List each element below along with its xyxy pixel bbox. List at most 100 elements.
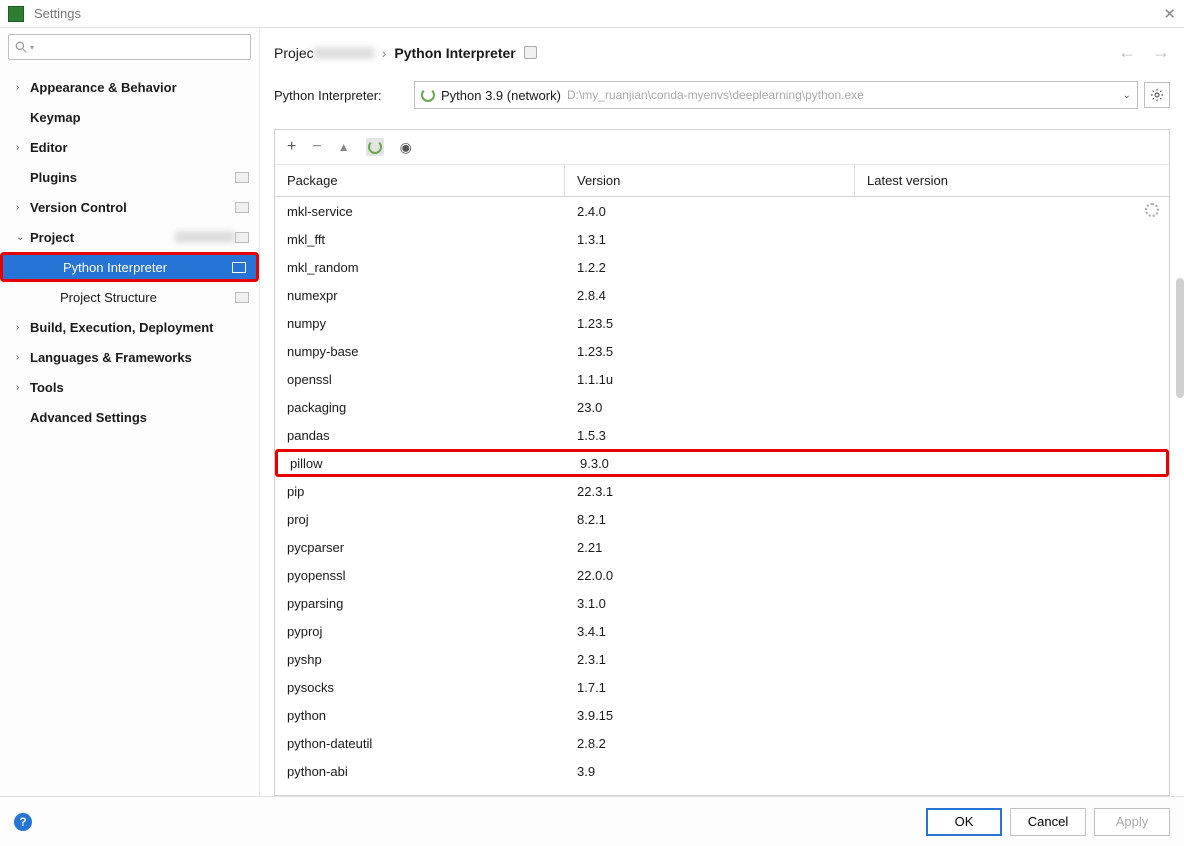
package-version: 2.8.2: [565, 736, 855, 751]
sidebar-item-label: Version Control: [30, 200, 235, 215]
sidebar-item-label: Build, Execution, Deployment: [30, 320, 259, 335]
package-name: packaging: [275, 400, 565, 415]
package-table-header: Package Version Latest version: [275, 165, 1169, 197]
table-row[interactable]: numpy1.23.5: [275, 309, 1169, 337]
sidebar-item-version-control[interactable]: ›Version Control: [0, 192, 259, 222]
table-row[interactable]: openssl1.1.1u: [275, 365, 1169, 393]
search-options-icon[interactable]: ▾: [30, 43, 34, 52]
sidebar-item-plugins[interactable]: Plugins: [0, 162, 259, 192]
add-package-button[interactable]: +: [287, 138, 296, 156]
table-row[interactable]: python3.9.15: [275, 701, 1169, 729]
table-row[interactable]: pyproj3.4.1: [275, 617, 1169, 645]
sidebar-item-languages-frameworks[interactable]: › Languages & Frameworks: [0, 342, 259, 372]
package-name: python-dateutil: [275, 736, 565, 751]
table-row[interactable]: python-dateutil2.8.2: [275, 729, 1169, 757]
package-name: pip: [275, 484, 565, 499]
sidebar-item-project-structure[interactable]: Project Structure: [0, 282, 259, 312]
package-version: 2.8.4: [565, 288, 855, 303]
sidebar-item-editor[interactable]: ›Editor: [0, 132, 259, 162]
package-version: 1.23.5: [565, 344, 855, 359]
package-name: mkl-service: [275, 204, 565, 219]
package-toolbar: + − ▲ ◉: [275, 130, 1169, 165]
scrollbar-thumb[interactable]: [1176, 278, 1184, 398]
sidebar-item-label: Project Structure: [60, 290, 235, 305]
sidebar-item-tools[interactable]: ›Tools: [0, 372, 259, 402]
settings-tree: ›Appearance & BehaviorKeymap›EditorPlugi…: [0, 66, 259, 796]
package-panel: + − ▲ ◉ Package Version Latest version m…: [274, 129, 1170, 796]
project-scope-icon: [232, 262, 246, 273]
reset-icon[interactable]: [524, 46, 537, 59]
sidebar-item-project[interactable]: ⌄ Project: [0, 222, 259, 252]
package-version: 3.1.0: [565, 596, 855, 611]
sidebar-item-label: Tools: [30, 380, 259, 395]
breadcrumb-root[interactable]: Projec: [274, 45, 314, 61]
table-row[interactable]: python-abi3.9: [275, 757, 1169, 785]
sidebar-item-label: Plugins: [30, 170, 235, 185]
table-row[interactable]: pyopenssl22.0.0: [275, 561, 1169, 589]
table-row[interactable]: proj8.2.1: [275, 505, 1169, 533]
loading-spinner-icon: [1145, 203, 1159, 217]
project-scope-icon: [235, 292, 249, 303]
table-row[interactable]: mkl_random1.2.2: [275, 253, 1169, 281]
interpreter-label: Python Interpreter:: [274, 88, 414, 103]
table-row[interactable]: mkl-service2.4.0: [275, 197, 1169, 225]
package-name: proj: [275, 512, 565, 527]
search-input[interactable]: ▾: [8, 34, 251, 60]
sidebar-item-label: Languages & Frameworks: [30, 350, 259, 365]
table-row[interactable]: pyshp2.3.1: [275, 645, 1169, 673]
interpreter-path: D:\my_ruanjian\conda-myenvs\deeplearning…: [567, 88, 864, 102]
sidebar-item-advanced-settings[interactable]: Advanced Settings: [0, 402, 259, 432]
sidebar-item-appearance-behavior[interactable]: ›Appearance & Behavior: [0, 72, 259, 102]
titlebar: Settings ✕: [0, 0, 1184, 28]
package-name: pyshp: [275, 652, 565, 667]
table-row[interactable]: numpy-base1.23.5: [275, 337, 1169, 365]
table-row[interactable]: mkl_fft1.3.1: [275, 225, 1169, 253]
col-version[interactable]: Version: [565, 165, 855, 196]
table-row[interactable]: pycparser2.21: [275, 533, 1169, 561]
col-latest[interactable]: Latest version: [855, 165, 1169, 196]
upgrade-package-button[interactable]: ▲: [338, 140, 350, 154]
package-version: 8.2.1: [565, 512, 855, 527]
table-row[interactable]: pysocks1.7.1: [275, 673, 1169, 701]
nav-forward-icon[interactable]: →: [1152, 42, 1170, 63]
nav-back-icon[interactable]: ←: [1118, 42, 1136, 63]
interpreter-row: Python Interpreter: Python 3.9 (network)…: [274, 81, 1184, 109]
package-table-body[interactable]: mkl-service2.4.0mkl_fft1.3.1mkl_random1.…: [275, 197, 1169, 795]
sidebar-item-label: Keymap: [30, 110, 259, 125]
package-name: pysocks: [275, 680, 565, 695]
help-button[interactable]: ?: [14, 813, 32, 831]
table-row[interactable]: pyparsing3.1.0: [275, 589, 1169, 617]
window-title: Settings: [34, 6, 81, 21]
expand-arrow-icon: ›: [16, 352, 26, 363]
sidebar-item-label: Advanced Settings: [30, 410, 259, 425]
table-row[interactable]: packaging23.0: [275, 393, 1169, 421]
sidebar-item-label: Editor: [30, 140, 259, 155]
table-row[interactable]: pandas1.5.3: [275, 421, 1169, 449]
interpreter-dropdown[interactable]: Python 3.9 (network) D:\my_ruanjian\cond…: [414, 81, 1138, 109]
show-early-releases-button[interactable]: ◉: [400, 139, 412, 156]
package-name: numpy: [275, 316, 565, 331]
col-package[interactable]: Package: [275, 165, 565, 196]
package-version: 2.4.0: [565, 204, 855, 219]
close-icon[interactable]: ✕: [1163, 5, 1176, 23]
gear-button[interactable]: [1144, 82, 1170, 108]
package-name: pyparsing: [275, 596, 565, 611]
ok-button[interactable]: OK: [926, 808, 1002, 836]
table-row[interactable]: pillow9.3.0: [275, 449, 1169, 477]
content-panel: Projec › Python Interpreter ← → Python I…: [260, 28, 1184, 796]
package-name: numexpr: [275, 288, 565, 303]
refresh-button[interactable]: [366, 138, 384, 156]
sidebar-item-build-execution-deployment[interactable]: ›Build, Execution, Deployment: [0, 312, 259, 342]
expand-arrow-icon: ⌄: [16, 232, 26, 243]
sidebar-item-python-interpreter[interactable]: Python Interpreter: [0, 252, 259, 282]
package-version: 3.4.1: [565, 624, 855, 639]
package-name: pycparser: [275, 540, 565, 555]
cancel-button[interactable]: Cancel: [1010, 808, 1086, 836]
sidebar-item-keymap[interactable]: Keymap: [0, 102, 259, 132]
package-version: 1.1.1u: [565, 372, 855, 387]
table-row[interactable]: pip22.3.1: [275, 477, 1169, 505]
remove-package-button[interactable]: −: [312, 138, 321, 156]
apply-button[interactable]: Apply: [1094, 808, 1170, 836]
table-row[interactable]: numexpr2.8.4: [275, 281, 1169, 309]
sidebar-item-label: Project: [30, 230, 171, 245]
